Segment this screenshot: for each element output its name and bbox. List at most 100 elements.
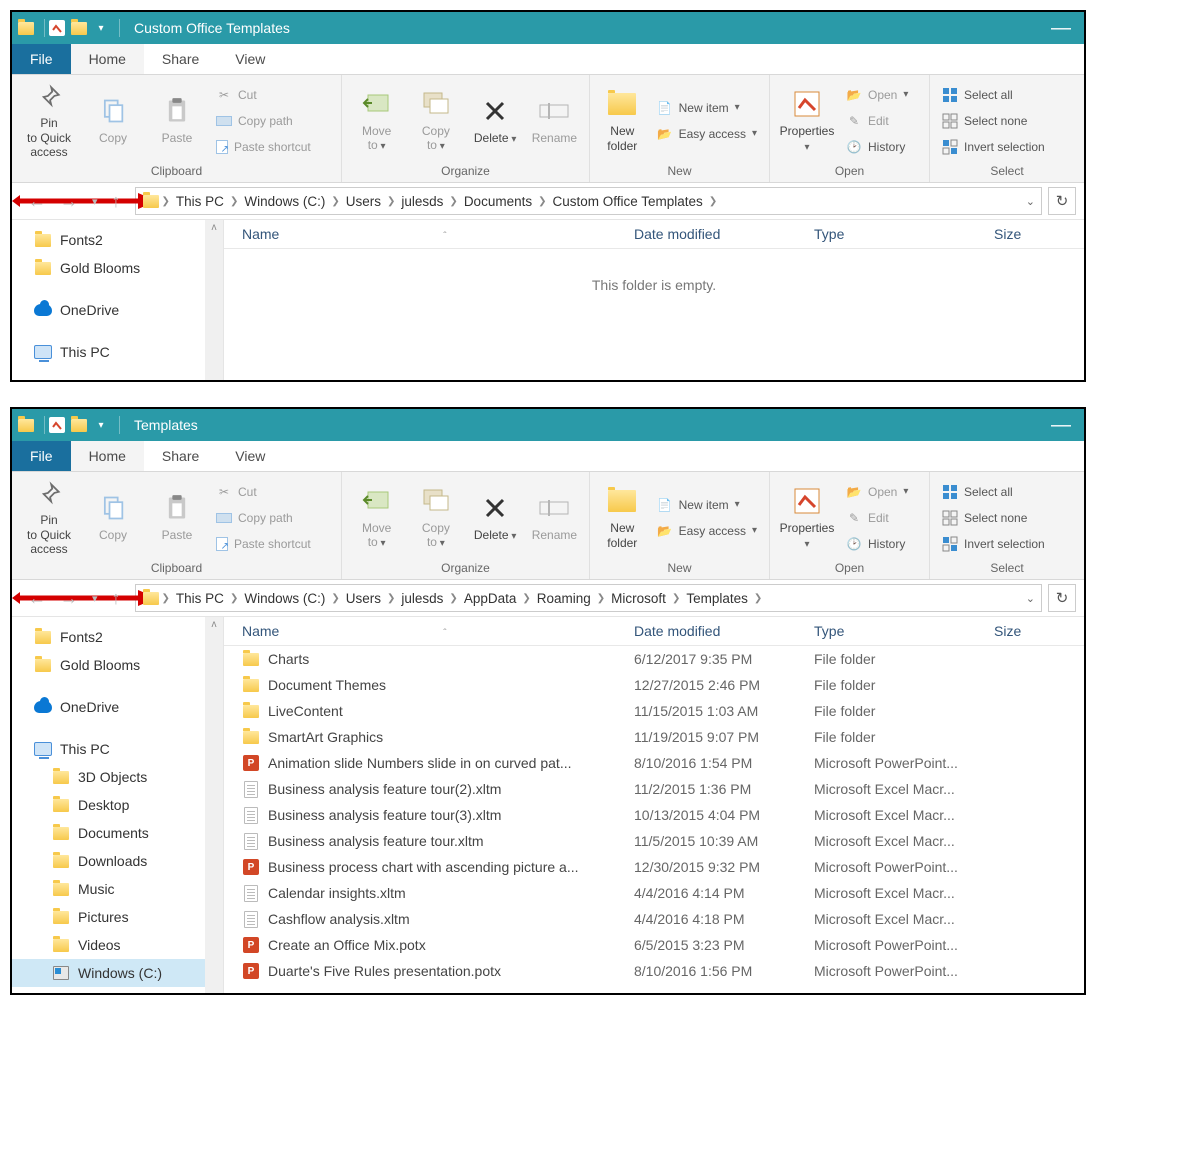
paste-button[interactable]: Paste xyxy=(148,82,206,160)
qat-dropdown-icon[interactable]: ▾ xyxy=(93,20,109,36)
tab-home[interactable]: Home xyxy=(71,44,144,74)
nav-tree-item[interactable]: Music xyxy=(12,875,223,903)
move-to-button[interactable]: Moveto xyxy=(350,479,403,557)
easy-access-button[interactable]: 📂Easy access xyxy=(653,520,761,542)
scrollbar[interactable]: ʌ xyxy=(205,617,223,993)
forward-button[interactable]: → xyxy=(60,191,78,212)
select-all-button[interactable]: Select all xyxy=(938,481,1049,503)
back-button[interactable]: ← xyxy=(28,191,46,212)
copy-button[interactable]: Copy xyxy=(84,82,142,160)
file-row[interactable]: Business analysis feature tour(2).xltm 1… xyxy=(224,776,1084,802)
scrollbar[interactable]: ʌ xyxy=(205,220,223,380)
file-row[interactable]: Document Themes 12/27/2015 2:46 PM File … xyxy=(224,672,1084,698)
breadcrumb-segment[interactable]: AppData xyxy=(460,591,521,606)
nav-tree-item[interactable]: OneDrive xyxy=(12,296,223,324)
invert-selection-button[interactable]: Invert selection xyxy=(938,533,1049,555)
open-button[interactable]: 📂Open xyxy=(842,84,912,106)
pin-to-quick-access-button[interactable]: Pinto Quick access xyxy=(20,479,78,557)
file-row[interactable]: LiveContent 11/15/2015 1:03 AM File fold… xyxy=(224,698,1084,724)
file-row[interactable]: Cashflow analysis.xltm 4/4/2016 4:18 PM … xyxy=(224,906,1084,932)
new-item-button[interactable]: 📄New item xyxy=(653,97,761,119)
column-type[interactable]: Type xyxy=(814,226,994,242)
breadcrumb-segment[interactable]: Windows (C:) xyxy=(240,591,329,606)
breadcrumb-segment[interactable]: Users xyxy=(342,194,385,209)
nav-tree-item[interactable]: Documents xyxy=(12,819,223,847)
tab-file[interactable]: File xyxy=(12,441,71,471)
qat-properties-icon[interactable] xyxy=(49,20,65,36)
column-headers[interactable]: Name ˆ Date modified Type Size xyxy=(224,617,1084,646)
nav-tree-item[interactable]: Videos xyxy=(12,931,223,959)
column-name[interactable]: Name ˆ xyxy=(234,623,634,639)
titlebar[interactable]: ▾ Templates — xyxy=(12,409,1084,441)
column-name[interactable]: Name ˆ xyxy=(234,226,634,242)
delete-button[interactable]: Delete xyxy=(469,479,522,557)
file-row[interactable]: Business analysis feature tour.xltm 11/5… xyxy=(224,828,1084,854)
nav-tree-item[interactable]: 3D Objects xyxy=(12,763,223,791)
properties-button[interactable]: Properties xyxy=(778,479,836,557)
nav-tree-item[interactable]: Windows (C:) xyxy=(12,959,223,987)
open-button[interactable]: 📂Open xyxy=(842,481,912,503)
up-button[interactable]: ↑ xyxy=(112,191,121,212)
cut-button[interactable]: ✂Cut xyxy=(212,84,315,106)
nav-tree-item[interactable]: Fonts2 xyxy=(12,226,223,254)
paste-shortcut-button[interactable]: ↗Paste shortcut xyxy=(212,533,315,555)
nav-tree-item[interactable]: Pictures xyxy=(12,903,223,931)
new-folder-button[interactable]: Newfolder xyxy=(598,82,647,160)
folder-icon[interactable] xyxy=(71,417,87,433)
file-row[interactable]: Calendar insights.xltm 4/4/2016 4:14 PM … xyxy=(224,880,1084,906)
file-row[interactable]: Business analysis feature tour(3).xltm 1… xyxy=(224,802,1084,828)
edit-button[interactable]: ✎Edit xyxy=(842,110,912,132)
nav-tree-item[interactable]: Desktop xyxy=(12,791,223,819)
column-date[interactable]: Date modified xyxy=(634,623,814,639)
breadcrumb[interactable]: ❯ This PC❯Windows (C:)❯Users❯julesds❯Doc… xyxy=(135,187,1042,215)
delete-button[interactable]: Delete xyxy=(469,82,522,160)
copy-to-button[interactable]: Copyto xyxy=(409,82,462,160)
copy-button[interactable]: Copy xyxy=(84,479,142,557)
history-button[interactable]: 🕑History xyxy=(842,533,912,555)
minimize-button[interactable]: — xyxy=(1044,409,1078,441)
nav-tree-item[interactable]: This PC xyxy=(12,735,223,763)
breadcrumb-segment[interactable]: julesds xyxy=(397,194,447,209)
tab-share[interactable]: Share xyxy=(144,44,217,74)
cut-button[interactable]: ✂Cut xyxy=(212,481,315,503)
breadcrumb-segment[interactable]: julesds xyxy=(397,591,447,606)
titlebar[interactable]: ▾ Custom Office Templates — xyxy=(12,12,1084,44)
qat-dropdown-icon[interactable]: ▾ xyxy=(93,417,109,433)
breadcrumb-segment[interactable]: Users xyxy=(342,591,385,606)
select-none-button[interactable]: Select none xyxy=(938,110,1049,132)
pin-to-quick-access-button[interactable]: Pinto Quick access xyxy=(20,82,78,160)
breadcrumb-segment[interactable]: Documents xyxy=(460,194,536,209)
up-button[interactable]: ↑ xyxy=(112,588,121,609)
file-row[interactable]: Charts 6/12/2017 9:35 PM File folder xyxy=(224,646,1084,672)
breadcrumb-dropdown-icon[interactable]: ⌄ xyxy=(1026,195,1035,208)
tab-view[interactable]: View xyxy=(217,44,283,74)
tab-view[interactable]: View xyxy=(217,441,283,471)
paste-shortcut-button[interactable]: ↗Paste shortcut xyxy=(212,136,315,158)
breadcrumb-segment[interactable]: Windows (C:) xyxy=(240,194,329,209)
select-none-button[interactable]: Select none xyxy=(938,507,1049,529)
folder-icon[interactable] xyxy=(71,20,87,36)
breadcrumb-segment[interactable]: Microsoft xyxy=(607,591,670,606)
easy-access-button[interactable]: 📂Easy access xyxy=(653,123,761,145)
file-row[interactable]: Duarte's Five Rules presentation.potx 8/… xyxy=(224,958,1084,984)
new-item-button[interactable]: 📄New item xyxy=(653,494,761,516)
file-row[interactable]: Business process chart with ascending pi… xyxy=(224,854,1084,880)
tab-home[interactable]: Home xyxy=(71,441,144,471)
properties-button[interactable]: Properties xyxy=(778,82,836,160)
rename-button[interactable]: Rename xyxy=(528,82,581,160)
refresh-button[interactable]: ↻ xyxy=(1048,584,1076,612)
file-row[interactable]: Create an Office Mix.potx 6/5/2015 3:23 … xyxy=(224,932,1084,958)
history-button[interactable]: 🕑History xyxy=(842,136,912,158)
column-headers[interactable]: Name ˆ Date modified Type Size xyxy=(224,220,1084,249)
column-type[interactable]: Type xyxy=(814,623,994,639)
minimize-button[interactable]: — xyxy=(1044,12,1078,44)
recent-locations-button[interactable]: ▾ xyxy=(92,592,98,605)
column-date[interactable]: Date modified xyxy=(634,226,814,242)
move-to-button[interactable]: Moveto xyxy=(350,82,403,160)
file-row[interactable]: Animation slide Numbers slide in on curv… xyxy=(224,750,1084,776)
breadcrumb-dropdown-icon[interactable]: ⌄ xyxy=(1026,592,1035,605)
breadcrumb[interactable]: ❯ This PC❯Windows (C:)❯Users❯julesds❯App… xyxy=(135,584,1042,612)
recent-locations-button[interactable]: ▾ xyxy=(92,195,98,208)
new-folder-button[interactable]: Newfolder xyxy=(598,479,647,557)
tab-file[interactable]: File xyxy=(12,44,71,74)
